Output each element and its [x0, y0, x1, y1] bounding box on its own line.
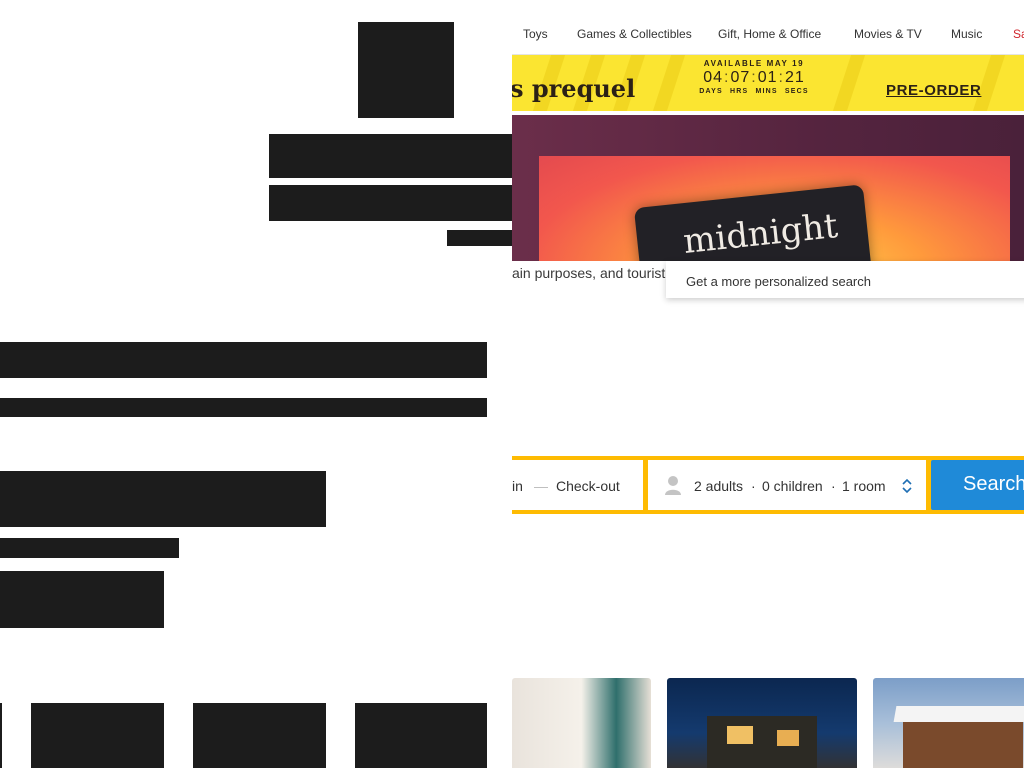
banner-stripe [832, 55, 866, 111]
countdown-hrs: 07 [730, 69, 751, 86]
guests-field[interactable]: 2 adults · 0 children · 1 room [648, 460, 926, 510]
page-overlay: Toys Games & Collectibles Gift, Home & O… [512, 0, 1024, 768]
children-count: 0 children [762, 478, 823, 494]
countdown-secs: 21 [784, 69, 805, 86]
countdown-days: 04 [703, 69, 724, 86]
personalized-search-text: Get a more personalized search [686, 274, 871, 289]
redacted-block [0, 342, 487, 378]
search-tagline: ain purposes, and tourist [512, 265, 666, 281]
date-dash: — [534, 478, 548, 494]
nav-item-movies-tv[interactable]: Movies & TV [854, 27, 922, 41]
search-button-label: Search [963, 473, 1024, 495]
redacted-block [193, 703, 326, 768]
nav-item-toys[interactable]: Toys [523, 27, 548, 41]
redacted-block [0, 703, 2, 768]
search-bar: in — Check-out 2 adults · 0 children · 1… [512, 456, 1024, 514]
checkin-label: in [512, 478, 523, 494]
snow-roof [893, 706, 1024, 722]
banner-stripe [652, 55, 686, 111]
date-field[interactable]: in — Check-out [512, 460, 643, 510]
separator-dot: · [751, 478, 756, 494]
nav-item-music[interactable]: Music [951, 27, 982, 41]
redacted-block [0, 471, 326, 527]
checkout-label: Check-out [556, 478, 620, 494]
promo-title: s prequel [512, 74, 636, 103]
redacted-block [447, 230, 512, 246]
redacted-block [269, 134, 512, 178]
property-photo[interactable] [667, 678, 857, 768]
promo-banner[interactable]: s prequel AVAILABLE MAY 19 04:07:01:21 D… [512, 55, 1024, 111]
redacted-block [355, 703, 487, 768]
redacted-block [31, 703, 164, 768]
chalet-shape [903, 718, 1023, 768]
nav-item-sale[interactable]: Sa [1013, 27, 1024, 41]
house-shape [707, 716, 817, 768]
countdown-mins: 01 [757, 69, 778, 86]
lit-window [777, 730, 799, 746]
countdown: AVAILABLE MAY 19 04:07:01:21 DAYS HRS MI… [688, 59, 820, 95]
sort-arrows-icon [902, 478, 912, 494]
search-button[interactable]: Search [931, 460, 1024, 510]
rooms-count: 1 room [842, 478, 886, 494]
redacted-block [358, 22, 454, 118]
countdown-digits: 04:07:01:21 [703, 69, 805, 86]
available-date: AVAILABLE MAY 19 [703, 59, 805, 68]
redacted-block [0, 538, 179, 558]
nav-item-games-collectibles[interactable]: Games & Collectibles [577, 27, 692, 41]
adults-count: 2 adults [694, 478, 744, 494]
property-photo[interactable] [873, 678, 1024, 768]
top-nav: Toys Games & Collectibles Gift, Home & O… [512, 18, 1024, 55]
nav-item-gift-home-office[interactable]: Gift, Home & Office [718, 27, 821, 41]
countdown-units: DAYS HRS MINS SECS [699, 88, 809, 95]
redacted-block [0, 398, 487, 417]
property-photo[interactable] [512, 678, 651, 768]
person-icon [665, 476, 681, 495]
redacted-block [269, 185, 512, 221]
book-artwork: midnight [539, 156, 1010, 261]
separator-dot: · [831, 478, 836, 494]
preorder-link[interactable]: PRE-ORDER [886, 82, 981, 99]
personalized-search-popup[interactable]: Get a more personalized search [666, 261, 1024, 298]
redacted-block [0, 571, 164, 628]
lit-window [727, 726, 753, 744]
